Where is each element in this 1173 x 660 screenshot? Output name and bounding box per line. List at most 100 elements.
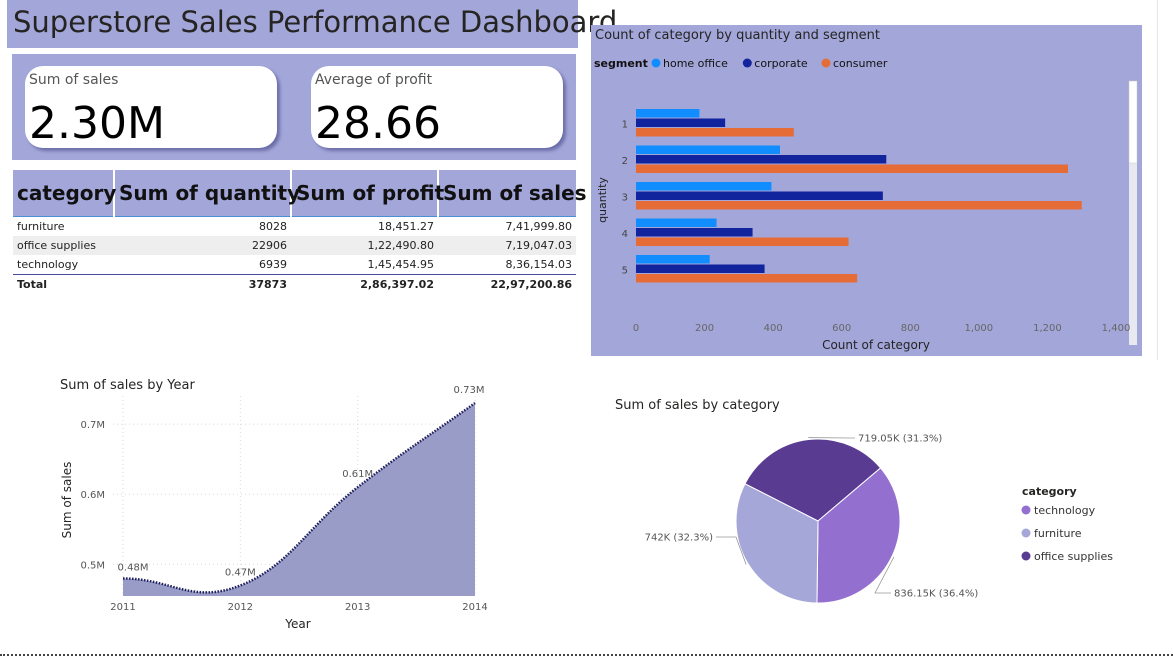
x-tick-label: 2011 bbox=[110, 602, 135, 613]
legend-title: category bbox=[1022, 485, 1077, 498]
kpi-card-profit[interactable]: Average of profit 28.66 bbox=[311, 66, 563, 149]
column-header[interactable]: Sum of sales bbox=[438, 170, 587, 217]
kpi-label: Average of profit bbox=[315, 72, 433, 88]
y-tick-label: 2 bbox=[622, 156, 628, 167]
column-header[interactable]: Sum of profit bbox=[291, 170, 444, 217]
y-tick-label: 3 bbox=[622, 192, 628, 203]
table-row[interactable]: technology 6939 1,45,454.95 8,36,154.03 bbox=[13, 255, 576, 275]
bar-chart-panel: Count of category by quantity and segmen… bbox=[591, 25, 1142, 356]
x-axis-title: Year bbox=[284, 617, 310, 631]
legend-label[interactable]: technology bbox=[1034, 504, 1096, 517]
bar[interactable] bbox=[636, 118, 726, 128]
table-header-row: category Sum of quantity Sum of profit S… bbox=[13, 170, 587, 217]
table-cell: 8028 bbox=[259, 220, 287, 233]
bar[interactable] bbox=[636, 145, 780, 155]
bar[interactable] bbox=[636, 237, 849, 247]
table-cell: 22906 bbox=[114, 236, 291, 255]
bar[interactable] bbox=[636, 109, 700, 118]
y-tick-label: 0.6M bbox=[80, 490, 105, 501]
bar[interactable] bbox=[636, 264, 765, 274]
chart-title: Sum of sales by Year bbox=[60, 378, 195, 393]
table-cell: 18,451.27 bbox=[378, 220, 434, 233]
x-tick-label: 2013 bbox=[345, 602, 370, 613]
y-tick-label: 0.5M bbox=[80, 560, 105, 571]
y-axis-title: Sum of sales bbox=[60, 462, 74, 539]
pie-slices bbox=[735, 438, 901, 604]
x-tick-label: 1,200 bbox=[1033, 323, 1062, 334]
legend-label[interactable]: office supplies bbox=[1034, 550, 1113, 563]
bar[interactable] bbox=[636, 274, 858, 283]
bar[interactable] bbox=[636, 201, 1082, 210]
y-axis-ticks: 1 2 3 4 5 bbox=[622, 119, 628, 276]
x-tick-label: 600 bbox=[832, 323, 851, 334]
data-label: 0.48M bbox=[118, 562, 149, 573]
legend-label[interactable]: home office bbox=[663, 57, 728, 70]
legend-label[interactable]: corporate bbox=[754, 57, 808, 70]
title-banner: Superstore Sales Performance Dashboard bbox=[7, 0, 617, 48]
pie-chart-panel: Sum of sales by category 836.15K (36.4%)… bbox=[610, 390, 1140, 630]
y-tick-label: 0.7M bbox=[80, 420, 105, 431]
bar[interactable] bbox=[636, 155, 887, 164]
table-row[interactable]: furniture 8028 18,451.27 7,41,999.80 bbox=[13, 217, 576, 237]
legend-label[interactable]: furniture bbox=[1034, 527, 1082, 540]
column-header[interactable]: category bbox=[13, 170, 116, 217]
legend-marker bbox=[1021, 551, 1031, 561]
divider bbox=[0, 654, 1173, 656]
table-total-row: Total 37873 2,86,397.02 22,97,200.86 bbox=[13, 274, 576, 294]
pie-chart: Sum of sales by category 836.15K (36.4%)… bbox=[615, 398, 1113, 604]
bar-marks bbox=[636, 109, 1082, 283]
bar[interactable] bbox=[636, 164, 1068, 174]
x-axis-title: Count of category bbox=[822, 338, 930, 352]
table-cell: 37873 bbox=[114, 274, 291, 294]
bar[interactable] bbox=[636, 182, 772, 191]
legend: technology furniture office supplies bbox=[1021, 504, 1113, 563]
y-tick-label: 1 bbox=[622, 119, 628, 130]
bar-chart: Count of category by quantity and segmen… bbox=[594, 28, 1138, 352]
x-tick-label: 1,400 bbox=[1102, 323, 1131, 334]
area-fill bbox=[123, 403, 475, 596]
data-label: 0.61M bbox=[342, 469, 373, 480]
table-cell: 8,36,154.03 bbox=[505, 258, 572, 271]
bar[interactable] bbox=[636, 218, 717, 228]
bar[interactable] bbox=[636, 228, 753, 237]
table-cell: 22,97,200.86 bbox=[438, 274, 576, 294]
chart-title: Count of category by quantity and segmen… bbox=[595, 28, 880, 43]
kpi-value: 2.30M bbox=[29, 98, 165, 149]
table-cell: 1,45,454.95 bbox=[367, 258, 434, 271]
table-cell: furniture bbox=[17, 220, 65, 233]
data-label: 0.73M bbox=[454, 385, 485, 396]
x-tick-label: 2012 bbox=[228, 602, 253, 613]
kpi-label: Sum of sales bbox=[29, 72, 119, 88]
legend-title: segment bbox=[594, 57, 648, 70]
table-cell: 2,86,397.02 bbox=[291, 274, 438, 294]
legend-marker bbox=[1021, 528, 1031, 538]
y-axis-title: quantity bbox=[596, 177, 609, 223]
column-header[interactable]: Sum of quantity bbox=[114, 170, 300, 217]
line-chart-panel: Sum of sales by Year 0.48M 0.47M 0.61M 0.73… bbox=[55, 370, 495, 640]
x-tick-label: 1,000 bbox=[965, 323, 994, 334]
table-row[interactable]: office supplies 22906 1,22,490.80 7,19,0… bbox=[13, 236, 576, 255]
bar[interactable] bbox=[636, 191, 883, 201]
bar[interactable] bbox=[636, 128, 794, 137]
legend-marker bbox=[742, 58, 752, 68]
table-cell: Total bbox=[13, 274, 114, 294]
x-axis-ticks: 0 200 400 600 800 1,000 1,200 1,400 bbox=[633, 323, 1131, 334]
legend-label[interactable]: consumer bbox=[833, 57, 888, 70]
x-tick-label: 200 bbox=[695, 323, 714, 334]
x-tick-label: 800 bbox=[901, 323, 920, 334]
kpi-panel: Sum of sales 2.30M Average of profit 28.… bbox=[12, 54, 576, 160]
scrollbar-thumb[interactable] bbox=[1128, 80, 1138, 164]
legend-marker bbox=[821, 58, 831, 68]
y-tick-label: 5 bbox=[622, 265, 628, 276]
area-marks bbox=[122, 402, 476, 596]
legend-marker bbox=[651, 58, 661, 68]
kpi-card-sales[interactable]: Sum of sales 2.30M bbox=[25, 66, 277, 149]
bar[interactable] bbox=[636, 255, 710, 264]
page-title: Superstore Sales Performance Dashboard bbox=[13, 5, 618, 39]
divider bbox=[1157, 0, 1158, 360]
legend-marker bbox=[1021, 505, 1031, 515]
table-cell: technology bbox=[17, 258, 79, 271]
legend: home office corporate consumer bbox=[651, 57, 888, 70]
table-cell: 1,22,490.80 bbox=[291, 236, 438, 255]
table-cell: 7,19,047.03 bbox=[438, 236, 576, 255]
